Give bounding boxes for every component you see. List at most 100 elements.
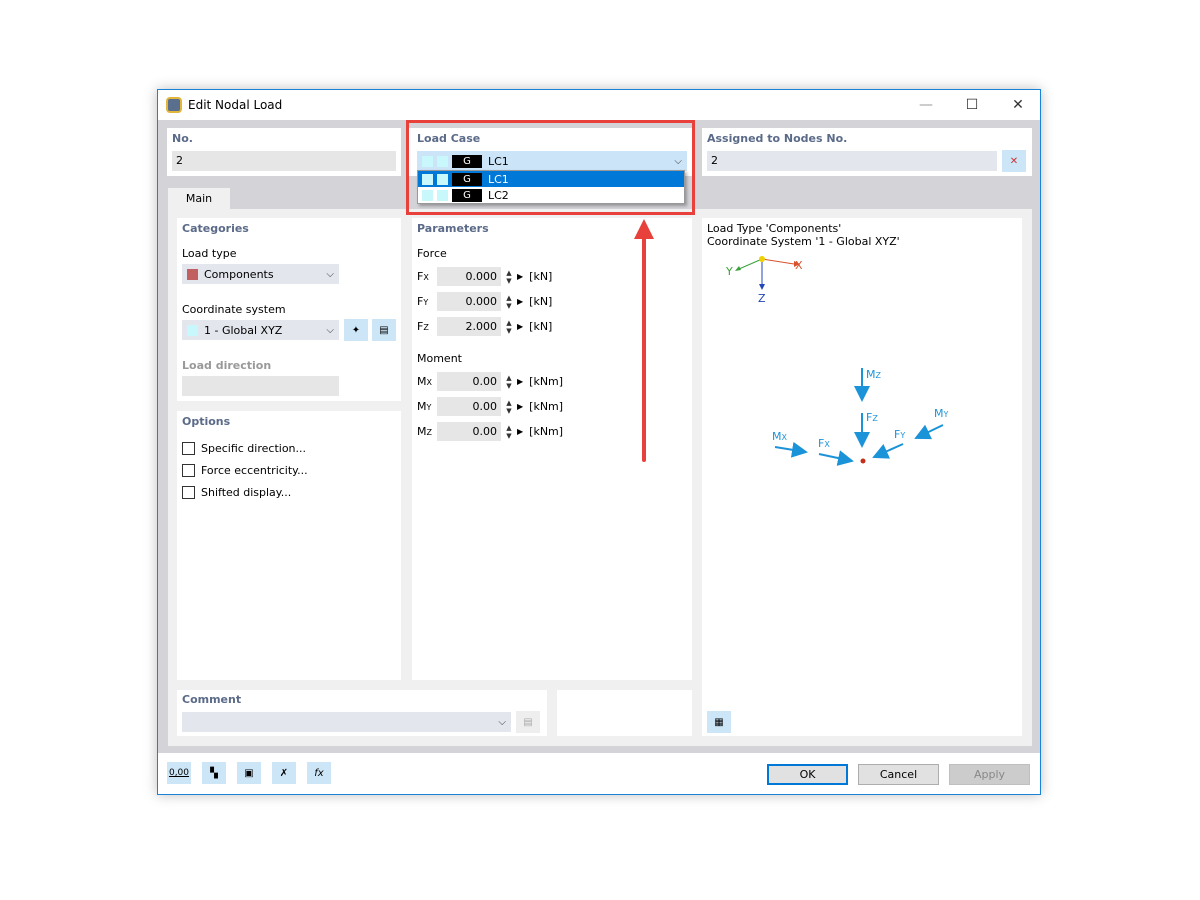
pick-nodes-icon[interactable]: ✕: [1002, 150, 1026, 172]
colors-icon[interactable]: ▚: [202, 762, 226, 784]
option-label: Force eccentricity...: [201, 464, 308, 477]
comment-combo[interactable]: ⌵: [182, 712, 511, 732]
svg-text:FZ: FZ: [866, 411, 878, 424]
option-label: Specific direction...: [201, 442, 307, 455]
load-diagram: X Y Z MZ FZ MX FX FY MY: [725, 256, 949, 466]
force-label: Force: [417, 247, 447, 260]
chevron-down-icon: ⌵: [498, 716, 506, 728]
value-input[interactable]: 0.00: [437, 422, 501, 441]
tab-main[interactable]: Main: [168, 188, 230, 210]
select-icon[interactable]: ✗: [272, 762, 296, 784]
checkbox[interactable]: [182, 442, 195, 455]
spinner-icon[interactable]: ▲ ▼: [501, 399, 517, 415]
value-input[interactable]: 0.000: [437, 292, 501, 311]
no-field[interactable]: 2: [172, 151, 396, 171]
assigned-label: Assigned to Nodes No.: [707, 132, 848, 145]
y-axis-label: Y: [725, 265, 733, 278]
value-input[interactable]: 0.00: [437, 372, 501, 391]
unit-label: [kNm]: [529, 375, 564, 388]
my-arrow: [914, 424, 944, 440]
options-panel: Options Specific direction... Force ecce…: [177, 411, 401, 680]
fy-sub: Y: [899, 431, 905, 440]
close-button[interactable]: ✕: [995, 90, 1041, 120]
load-direction-field: [182, 376, 339, 396]
option-label: Shifted display...: [201, 486, 292, 499]
spinner-icon[interactable]: ▲ ▼: [501, 269, 517, 285]
symbol: MY: [417, 400, 432, 413]
fx-arrow: [818, 450, 854, 466]
load-type-value: Components: [204, 267, 274, 281]
unit-label: [kNm]: [529, 400, 564, 413]
svg-text:MX: MX: [772, 430, 788, 443]
force-row-fy: FY 0.000 ▲ ▼ ▶ [kN]: [417, 289, 552, 314]
edit-coord-system-icon[interactable]: ▤: [372, 319, 396, 341]
categories-panel: Categories Load type Components ⌵ Coordi…: [177, 218, 401, 401]
svg-text:FY: FY: [894, 428, 905, 441]
unit-label: [kNm]: [529, 425, 564, 438]
units-icon[interactable]: 0,00: [167, 762, 191, 784]
no-label: No.: [172, 132, 193, 145]
comment-label: Comment: [182, 693, 242, 706]
arrow-right-icon[interactable]: ▶: [517, 377, 523, 386]
node-point: [860, 458, 866, 464]
assigned-nodes-field[interactable]: 2: [707, 151, 997, 171]
coord-system-value: 1 - Global XYZ: [204, 323, 283, 337]
spinner-icon[interactable]: ▲ ▼: [501, 374, 517, 390]
coord-system-label: Coordinate system: [182, 303, 286, 316]
view-icon[interactable]: ▣: [237, 762, 261, 784]
coord-system-combo[interactable]: 1 - Global XYZ ⌵: [182, 320, 339, 340]
arrow-right-icon[interactable]: ▶: [517, 272, 523, 281]
empty-panel: [557, 690, 692, 736]
highlight-box: [406, 120, 695, 215]
function-icon[interactable]: fx: [307, 762, 331, 784]
comment-library-icon[interactable]: ▤: [516, 711, 540, 733]
force-row-fz: FZ 2.000 ▲ ▼ ▶ [kN]: [417, 314, 552, 339]
load-type-combo[interactable]: Components ⌵: [182, 264, 339, 284]
symbol: FX: [417, 270, 429, 283]
svg-text:MY: MY: [934, 407, 949, 420]
arrow-right-icon[interactable]: ▶: [517, 322, 523, 331]
spinner-icon[interactable]: ▲ ▼: [501, 319, 517, 335]
option-specific-direction[interactable]: Specific direction...: [182, 442, 306, 455]
symbol: FY: [417, 295, 429, 308]
svg-text:MZ: MZ: [866, 368, 882, 381]
symbol: FZ: [417, 320, 429, 333]
spinner-icon[interactable]: ▲ ▼: [501, 294, 517, 310]
x-axis-label: X: [795, 259, 803, 272]
arrow-right-icon[interactable]: ▶: [517, 402, 523, 411]
mx-sub: X: [782, 433, 788, 442]
symbol: MZ: [417, 425, 432, 438]
checkbox[interactable]: [182, 486, 195, 499]
option-shifted-display[interactable]: Shifted display...: [182, 486, 291, 499]
apply-button[interactable]: Apply: [949, 764, 1030, 785]
svg-text:FX: FX: [818, 437, 830, 450]
symbol: MX: [417, 375, 432, 388]
value-input[interactable]: 0.000: [437, 267, 501, 286]
value-input[interactable]: 0.00: [437, 397, 501, 416]
maximize-button[interactable]: ☐: [949, 90, 995, 120]
spinner-icon[interactable]: ▲ ▼: [501, 424, 517, 440]
mx-label: M: [772, 430, 782, 443]
annotation-arrow: [634, 219, 654, 462]
ok-button[interactable]: OK: [767, 764, 848, 785]
option-force-eccentricity[interactable]: Force eccentricity...: [182, 464, 308, 477]
assigned-panel: Assigned to Nodes No. 2 ✕: [702, 128, 1032, 176]
unit-label: [kN]: [529, 320, 553, 333]
new-coord-system-icon[interactable]: ✦: [344, 319, 368, 341]
my-sub: Y: [943, 410, 949, 419]
minimize-button[interactable]: —: [903, 90, 949, 120]
checkbox[interactable]: [182, 464, 195, 477]
moment-row-my: MY 0.00 ▲ ▼ ▶ [kNm]: [417, 394, 563, 419]
graphic-options-icon[interactable]: ▦: [707, 711, 731, 733]
categories-title: Categories: [182, 222, 249, 235]
my-label: M: [934, 407, 944, 420]
fz-sub: Z: [872, 414, 878, 423]
cancel-button[interactable]: Cancel: [858, 764, 939, 785]
comment-panel: Comment ⌵ ▤: [177, 690, 547, 736]
app-icon: [166, 97, 182, 113]
fx-sub: X: [824, 440, 830, 449]
title-bar: Edit Nodal Load — ☐ ✕: [158, 90, 1040, 120]
arrow-right-icon[interactable]: ▶: [517, 297, 523, 306]
value-input[interactable]: 2.000: [437, 317, 501, 336]
arrow-right-icon[interactable]: ▶: [517, 427, 523, 436]
